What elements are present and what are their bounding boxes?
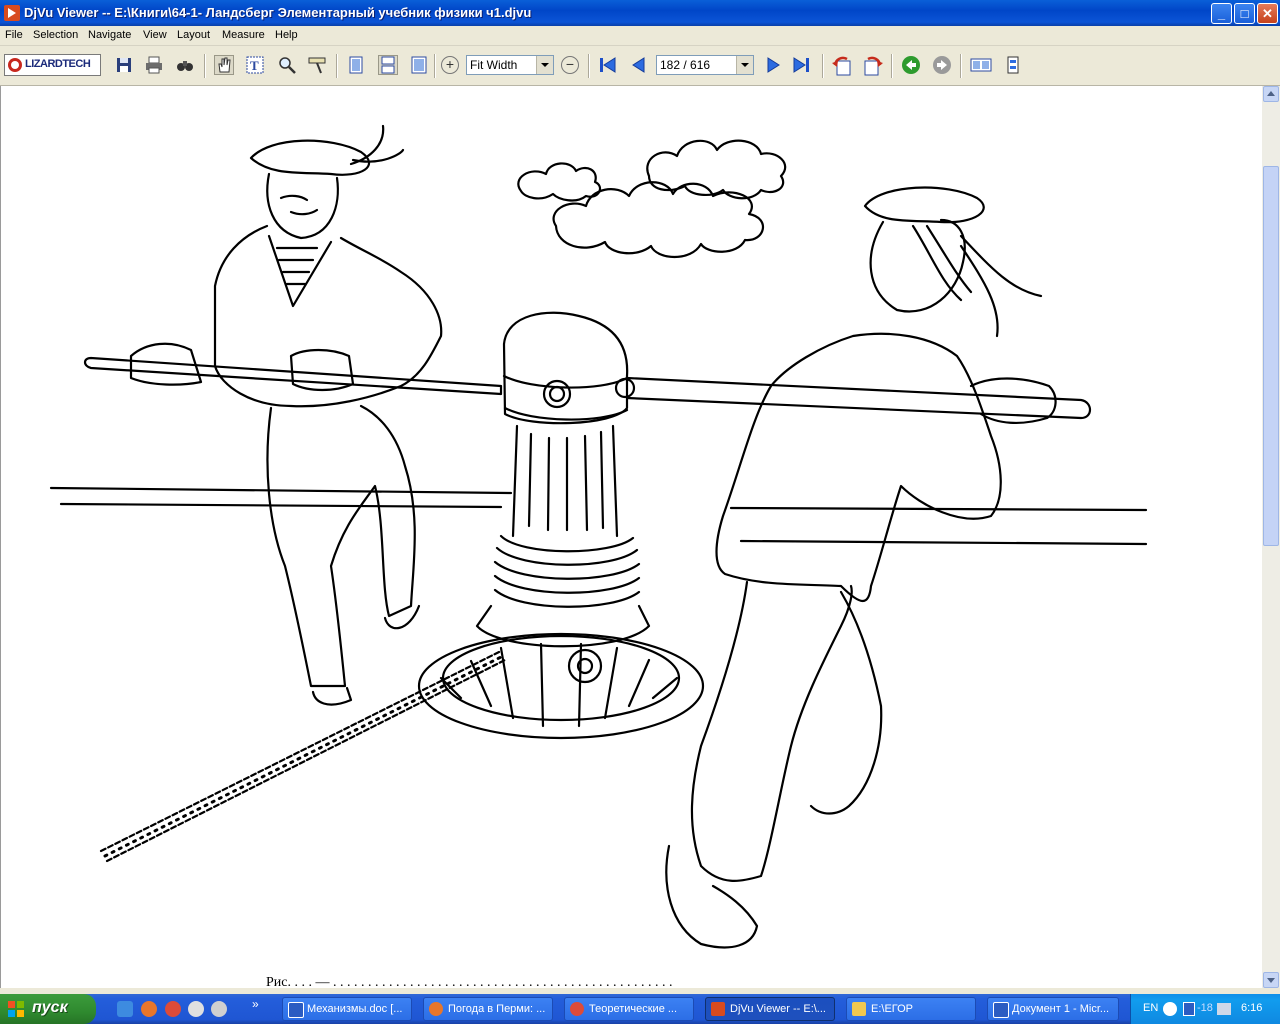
zoom-in-icon[interactable]: +: [441, 56, 459, 74]
scroll-thumb[interactable]: [1263, 166, 1279, 546]
toolbar-separator: [336, 54, 338, 78]
firefox-icon: [429, 1002, 443, 1016]
bookmarks-icon[interactable]: [1003, 55, 1023, 75]
task-label: E:\ЕГОР: [871, 1003, 914, 1015]
task-label: DjVu Viewer -- E:\...: [730, 1003, 826, 1015]
word-icon: [288, 1002, 304, 1018]
maximize-button[interactable]: □: [1234, 3, 1255, 24]
close-button[interactable]: ✕: [1257, 3, 1278, 24]
lizardtech-logo[interactable]: LIZARDTECH: [4, 54, 101, 76]
task-djvu-viewer[interactable]: DjVu Viewer -- E:\...: [705, 997, 835, 1021]
start-label: пуск: [32, 999, 68, 1016]
toolbar-separator: [588, 54, 590, 78]
chrome-icon[interactable]: [165, 1001, 181, 1017]
last-page-icon[interactable]: [791, 55, 811, 75]
first-page-icon[interactable]: [598, 55, 618, 75]
tray-arrow-icon[interactable]: [1163, 1002, 1177, 1016]
facing-pages-icon[interactable]: [409, 55, 429, 75]
toolbar: LIZARDTECH T + Fit Width − 182 / 616: [0, 46, 1280, 86]
print-icon[interactable]: [144, 55, 164, 75]
minimize-button[interactable]: _: [1211, 3, 1232, 24]
task-label: Теоретические ...: [589, 1003, 678, 1015]
scroll-up-icon[interactable]: [1263, 86, 1279, 102]
firefox-icon[interactable]: [141, 1001, 157, 1017]
window-title: DjVu Viewer -- E:\Книги\64-1- Ландсберг …: [24, 5, 532, 20]
svg-text:T: T: [250, 58, 259, 73]
chevron-down-icon[interactable]: [736, 56, 753, 74]
chevron-down-icon[interactable]: [536, 56, 553, 74]
word-icon: [993, 1002, 1009, 1018]
toolbar-separator: [434, 54, 436, 78]
menu-layout[interactable]: Layout: [177, 29, 210, 41]
task-explorer-egor[interactable]: E:\ЕГОР: [846, 997, 976, 1021]
zoom-select-value: Fit Width: [470, 58, 518, 72]
back-icon[interactable]: [901, 55, 921, 75]
ie-icon[interactable]: [117, 1001, 133, 1017]
chrome-icon: [570, 1002, 584, 1016]
djvu-icon: [711, 1002, 725, 1016]
page-caption-fragment: Рис. . . . — . . . . . . . . . . . . . .…: [266, 975, 673, 988]
lizardtech-logo-mark: [8, 58, 22, 72]
menu-measure[interactable]: Measure: [222, 29, 265, 41]
find-icon[interactable]: [175, 55, 195, 75]
save-icon[interactable]: [114, 55, 134, 75]
toolbar-separator: [891, 54, 893, 78]
start-button[interactable]: пуск: [0, 994, 96, 1024]
measure-icon[interactable]: [307, 55, 327, 75]
folder-icon: [852, 1002, 866, 1016]
task-firefox-weather[interactable]: Погода в Перми: ...: [423, 997, 553, 1021]
menu-file[interactable]: File: [5, 29, 23, 41]
rotate-left-icon[interactable]: [831, 55, 851, 76]
quick-launch-overflow[interactable]: »: [252, 997, 259, 1011]
document-illustration: Рис. . . . — . . . . . . . . . . . . . .…: [49, 124, 1148, 990]
app-icon[interactable]: [211, 1001, 227, 1017]
task-chrome-theory[interactable]: Теоретические ...: [564, 997, 694, 1021]
zoom-out-icon[interactable]: −: [561, 56, 579, 74]
pan-hand-icon[interactable]: [214, 55, 234, 75]
rotate-right-icon[interactable]: [862, 55, 883, 76]
forward-icon[interactable]: [932, 55, 952, 75]
vertical-scrollbar[interactable]: [1262, 86, 1280, 988]
single-page-icon[interactable]: [346, 55, 366, 75]
menu-bar: File Selection Navigate View Layout Meas…: [0, 26, 1280, 46]
menu-selection[interactable]: Selection: [33, 29, 78, 41]
network-icon[interactable]: [1217, 1003, 1231, 1015]
thumbnails-icon[interactable]: [970, 55, 992, 75]
windows-logo-icon: [8, 1001, 24, 1017]
menu-help[interactable]: Help: [275, 29, 298, 41]
djvu-app-icon[interactable]: [4, 5, 20, 21]
task-word-mechanisms[interactable]: Механизмы.doc [...: [282, 997, 412, 1021]
clock[interactable]: 6:16: [1241, 1002, 1262, 1014]
toolbar-separator: [960, 54, 962, 78]
menu-view[interactable]: View: [143, 29, 167, 41]
continuous-page-icon[interactable]: [378, 55, 398, 75]
task-label: Документ 1 - Micr...: [1012, 1003, 1110, 1015]
task-label: Погода в Перми: ...: [448, 1003, 546, 1015]
task-label: Механизмы.doc [...: [307, 1003, 403, 1015]
language-indicator[interactable]: EN: [1143, 1002, 1158, 1014]
title-bar: DjVu Viewer -- E:\Книги\64-1- Ландсберг …: [0, 0, 1280, 26]
scroll-down-icon[interactable]: [1263, 972, 1279, 988]
system-tray: EN -18 6:16: [1130, 994, 1280, 1024]
temperature-indicator[interactable]: -18: [1197, 1002, 1213, 1014]
page-select-value: 182 / 616: [660, 58, 711, 72]
taskbar: пуск » Механизмы.doc [... Погода в Перми…: [0, 994, 1280, 1024]
logo-text: LIZARDTECH: [25, 58, 91, 70]
zoom-rect-icon[interactable]: [277, 55, 297, 75]
toolbar-separator: [822, 54, 824, 78]
text-select-icon[interactable]: T: [245, 55, 265, 75]
menu-navigate[interactable]: Navigate: [88, 29, 131, 41]
task-word-document1[interactable]: Документ 1 - Micr...: [987, 997, 1119, 1021]
shield-icon[interactable]: [1183, 1002, 1195, 1016]
document-viewer[interactable]: Рис. . . . — . . . . . . . . . . . . . .…: [0, 86, 1263, 990]
prev-page-icon[interactable]: [630, 55, 650, 75]
page-select[interactable]: 182 / 616: [656, 55, 754, 75]
toolbar-separator: [204, 54, 206, 78]
next-page-icon[interactable]: [762, 55, 782, 75]
unknown-icon[interactable]: [188, 1001, 204, 1017]
zoom-select[interactable]: Fit Width: [466, 55, 554, 75]
